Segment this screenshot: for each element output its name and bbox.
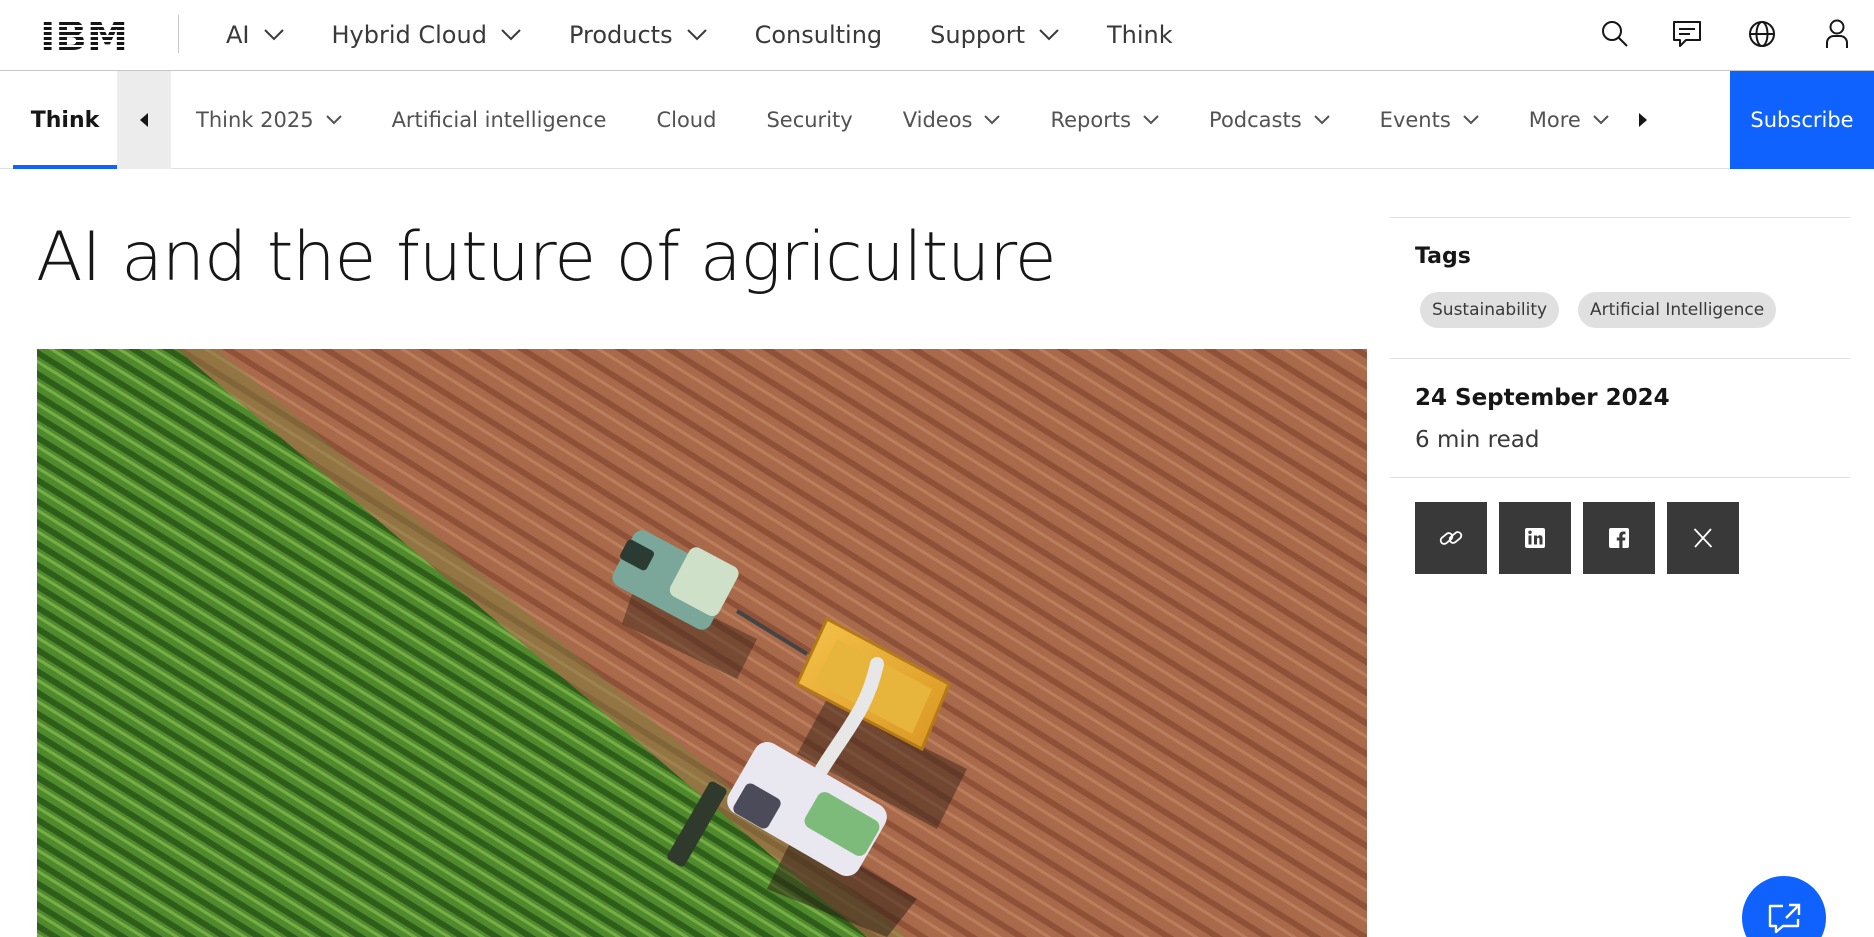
- chevron-down-icon: [1313, 115, 1330, 125]
- sidebar-divider: [1390, 477, 1850, 478]
- think-subnavigation: Think Think 2025 Artificial intelligence…: [0, 71, 1874, 169]
- subnav-item-think-2025[interactable]: Think 2025: [171, 108, 367, 132]
- read-time: 6 min read: [1415, 427, 1540, 453]
- sidebar-divider: [1390, 358, 1850, 359]
- facebook-icon: [1609, 528, 1629, 548]
- topnav-item-products[interactable]: Products: [569, 21, 707, 49]
- search-icon: [1602, 21, 1628, 47]
- logo-divider: [178, 15, 179, 53]
- chevron-down-icon: [263, 29, 284, 41]
- subnav-item-videos[interactable]: Videos: [878, 108, 1026, 132]
- ibm-logo-text: IBM: [40, 17, 128, 52]
- search-button[interactable]: [1598, 17, 1632, 51]
- x-icon: [1693, 528, 1713, 548]
- subnav-item-podcasts[interactable]: Podcasts: [1184, 108, 1355, 132]
- chevron-down-icon: [501, 29, 521, 41]
- subnav-item-security[interactable]: Security: [741, 108, 877, 132]
- tag-sustainability[interactable]: Sustainability: [1420, 292, 1560, 328]
- caret-right-icon: [1639, 113, 1647, 127]
- scroll-right-button[interactable]: [1618, 71, 1668, 169]
- chevron-down-icon: [1039, 29, 1059, 41]
- page-title: AI and the future of agriculture: [36, 218, 1057, 297]
- topnav-item-consulting[interactable]: Consulting: [755, 21, 883, 49]
- topnav-label: Hybrid Cloud: [331, 21, 487, 49]
- subnav-item-more[interactable]: More: [1504, 108, 1634, 132]
- subnav-label: Think 2025: [196, 108, 314, 132]
- ibm-logo[interactable]: IBM: [40, 14, 128, 60]
- subnav-items: Think 2025 Artificial intelligence Cloud…: [171, 71, 1634, 169]
- globe-icon: [1749, 21, 1775, 47]
- copy-link-button[interactable]: [1415, 502, 1487, 574]
- chevron-down-icon: [984, 115, 1001, 125]
- subnav-label: More: [1528, 108, 1581, 132]
- topnav-label: Consulting: [754, 21, 883, 49]
- subnav-item-artificial-intelligence[interactable]: Artificial intelligence: [367, 108, 632, 132]
- chevron-down-icon: [1593, 115, 1609, 125]
- tag-artificial-intelligence[interactable]: Artificial Intelligence: [1578, 292, 1777, 328]
- masthead: IBM AI Hybrid Cloud Products Consulting …: [0, 0, 1874, 71]
- linkedin-share-button[interactable]: [1499, 502, 1571, 574]
- language-button[interactable]: [1745, 17, 1779, 51]
- subnav-label: Videos: [902, 108, 973, 132]
- chat-launch-icon: [1768, 903, 1801, 934]
- topnav-label: AI: [226, 21, 250, 49]
- chevron-down-icon: [1143, 115, 1159, 125]
- tags-heading: Tags: [1415, 244, 1471, 269]
- topnav-label: Think: [1107, 21, 1173, 49]
- topnav-label: Products: [568, 21, 673, 49]
- publish-date: 24 September 2024: [1415, 385, 1670, 411]
- topnav-item-ai[interactable]: AI: [226, 21, 284, 49]
- chevron-down-icon: [1463, 115, 1479, 125]
- subnav-item-reports[interactable]: Reports: [1025, 108, 1184, 132]
- link-icon: [1439, 531, 1463, 545]
- subnav-label: Cloud: [656, 108, 717, 132]
- subnav-item-cloud[interactable]: Cloud: [631, 108, 741, 132]
- subnav-home-label: Think: [30, 107, 100, 133]
- subnav-label: Reports: [1050, 108, 1132, 132]
- scroll-left-button[interactable]: [117, 71, 171, 169]
- subnav-home-think[interactable]: Think: [13, 71, 117, 169]
- hero-image: [37, 349, 1367, 937]
- facebook-share-button[interactable]: [1583, 502, 1655, 574]
- chevron-down-icon: [686, 29, 707, 41]
- chat-icon: [1673, 21, 1701, 47]
- aerial-harvest-illustration: [37, 349, 1367, 937]
- topnav-label: Support: [930, 21, 1026, 49]
- chat-button[interactable]: [1670, 17, 1704, 51]
- subnav-item-events[interactable]: Events: [1355, 108, 1504, 132]
- sidebar-divider: [1390, 217, 1850, 218]
- topnav-item-support[interactable]: Support: [930, 21, 1059, 49]
- topnav-item-hybrid-cloud[interactable]: Hybrid Cloud: [332, 21, 521, 49]
- chat-launcher-button[interactable]: [1742, 876, 1826, 937]
- x-share-button[interactable]: [1667, 502, 1739, 574]
- subnav-label: Podcasts: [1209, 108, 1302, 132]
- top-navigation: AI Hybrid Cloud Products Consulting Supp…: [226, 0, 1221, 70]
- subnav-label: Security: [766, 108, 853, 132]
- subnav-label: Artificial intelligence: [391, 108, 607, 132]
- topnav-item-think[interactable]: Think: [1107, 21, 1173, 49]
- chevron-down-icon: [325, 115, 342, 125]
- linkedin-icon: [1525, 528, 1545, 548]
- caret-left-icon: [140, 113, 148, 127]
- subscribe-button[interactable]: Subscribe: [1730, 71, 1874, 169]
- profile-button[interactable]: [1820, 17, 1854, 51]
- subnav-label: Events: [1379, 108, 1451, 132]
- user-icon: [1826, 19, 1848, 48]
